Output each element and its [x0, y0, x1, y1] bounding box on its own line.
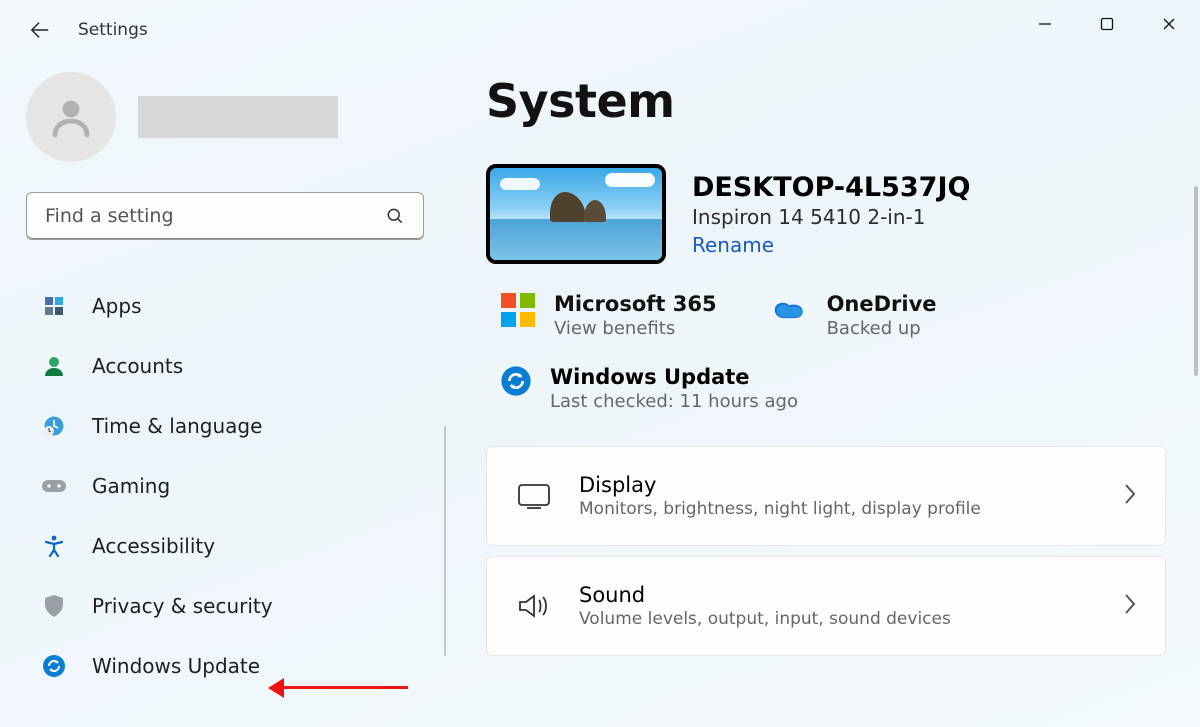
gaming-icon	[40, 472, 68, 500]
microsoft-365-icon	[500, 292, 536, 328]
profile-block[interactable]	[26, 72, 446, 162]
main-scrollbar[interactable]	[1194, 186, 1198, 376]
setting-subtitle: Monitors, brightness, night light, displ…	[579, 499, 981, 519]
tile-title: Microsoft 365	[554, 292, 717, 316]
apps-icon	[40, 292, 68, 320]
sidebar-item-privacy-security[interactable]: Privacy & security	[26, 576, 424, 636]
maximize-button[interactable]	[1076, 0, 1138, 48]
sidebar-item-label: Accessibility	[92, 534, 215, 558]
accessibility-icon	[40, 532, 68, 560]
setting-title: Display	[579, 473, 981, 497]
microsoft-365-tile[interactable]: Microsoft 365 View benefits	[500, 292, 717, 339]
nav-scrollbar[interactable]	[444, 426, 446, 656]
titlebar: Settings	[0, 0, 1200, 60]
search-box[interactable]	[26, 192, 424, 240]
setting-display[interactable]: Display Monitors, brightness, night ligh…	[486, 446, 1166, 546]
onedrive-tile[interactable]: OneDrive Backed up	[773, 292, 937, 339]
sound-icon	[515, 587, 553, 625]
window-title: Settings	[78, 20, 148, 40]
windows-update-icon	[40, 652, 68, 680]
sidebar-item-apps[interactable]: Apps	[26, 276, 424, 336]
avatar	[26, 72, 116, 162]
accounts-icon	[40, 352, 68, 380]
tile-subtitle: View benefits	[554, 318, 717, 339]
search-icon	[385, 206, 405, 226]
nav-list: Apps Accounts Time & language Gaming Acc	[26, 276, 446, 696]
setting-subtitle: Volume levels, output, input, sound devi…	[579, 609, 951, 629]
windows-update-tile[interactable]: Windows Update Last checked: 11 hours ag…	[486, 365, 1182, 412]
sidebar-item-label: Time & language	[92, 414, 262, 438]
chevron-right-icon	[1123, 483, 1137, 509]
onedrive-icon	[773, 292, 809, 328]
sidebar-item-windows-update[interactable]: Windows Update	[26, 636, 424, 696]
sidebar-item-accounts[interactable]: Accounts	[26, 336, 424, 396]
tile-subtitle: Backed up	[827, 318, 937, 339]
close-button[interactable]	[1138, 0, 1200, 48]
device-wallpaper-thumb[interactable]	[486, 164, 666, 264]
time-language-icon	[40, 412, 68, 440]
sidebar-item-time-language[interactable]: Time & language	[26, 396, 424, 456]
setting-title: Sound	[579, 583, 951, 607]
display-icon	[515, 477, 553, 515]
tile-subtitle: Last checked: 11 hours ago	[550, 391, 798, 412]
device-name: DESKTOP-4L537JQ	[692, 172, 970, 203]
sidebar-item-label: Apps	[92, 294, 142, 318]
tile-title: Windows Update	[550, 365, 798, 389]
rename-link[interactable]: Rename	[692, 233, 970, 257]
setting-sound[interactable]: Sound Volume levels, output, input, soun…	[486, 556, 1166, 656]
privacy-security-icon	[40, 592, 68, 620]
page-title: System	[486, 74, 1182, 128]
chevron-right-icon	[1123, 593, 1137, 619]
tile-title: OneDrive	[827, 292, 937, 316]
device-model: Inspiron 14 5410 2-in-1	[692, 205, 970, 229]
profile-name-redacted	[138, 96, 338, 138]
sidebar-item-label: Privacy & security	[92, 594, 273, 618]
sidebar-item-label: Gaming	[92, 474, 170, 498]
sidebar-item-accessibility[interactable]: Accessibility	[26, 516, 424, 576]
sidebar: Apps Accounts Time & language Gaming Acc	[0, 72, 446, 727]
sidebar-item-label: Accounts	[92, 354, 183, 378]
window-controls	[1014, 0, 1200, 48]
back-button[interactable]	[12, 2, 68, 58]
sidebar-item-label: Windows Update	[92, 654, 260, 678]
sidebar-item-gaming[interactable]: Gaming	[26, 456, 424, 516]
main-content: System DESKTOP-4L537JQ Inspiron 14 5410 …	[486, 74, 1182, 727]
device-info: DESKTOP-4L537JQ Inspiron 14 5410 2-in-1 …	[692, 172, 970, 257]
promo-tiles-row: Microsoft 365 View benefits OneDrive Bac…	[486, 292, 1182, 339]
minimize-button[interactable]	[1014, 0, 1076, 48]
search-input[interactable]	[45, 205, 385, 227]
windows-update-icon	[500, 365, 532, 401]
device-summary: DESKTOP-4L537JQ Inspiron 14 5410 2-in-1 …	[486, 164, 1182, 264]
